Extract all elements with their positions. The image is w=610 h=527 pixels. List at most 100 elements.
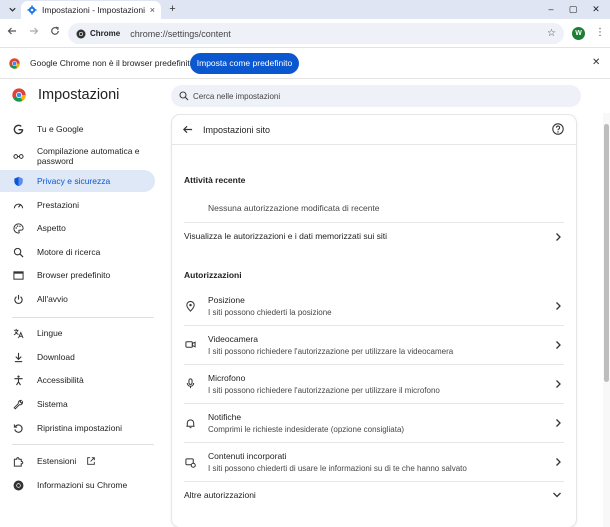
sidebar-item-you-and-google[interactable]: Tu e Google (0, 119, 155, 139)
permission-row-embedded-content[interactable]: Contenuti incorporati I siti possono chi… (172, 443, 576, 481)
address-bar[interactable]: Chrome chrome://settings/content ☆ (68, 23, 564, 44)
site-chip[interactable]: Chrome (76, 29, 120, 39)
power-icon (13, 294, 24, 305)
recent-activity-heading: Attività recente (184, 175, 246, 185)
settings-header: Impostazioni (0, 80, 610, 113)
back-arrow-icon[interactable] (182, 124, 193, 135)
back-button[interactable] (5, 26, 19, 40)
close-tab-icon[interactable]: × (150, 5, 155, 15)
sidebar-item-label: Informazioni su Chrome (37, 480, 128, 490)
tab-search-button[interactable] (6, 3, 19, 16)
permission-title: Posizione (208, 295, 245, 305)
sidebar-item-downloads[interactable]: Download (0, 347, 155, 367)
permission-subtitle: I siti possono richiedere l'autorizzazio… (208, 386, 440, 395)
permission-row-microphone[interactable]: Microfono I siti possono richiedere l'au… (172, 365, 576, 403)
url-text: chrome://settings/content (130, 28, 231, 39)
speedometer-icon (13, 200, 24, 211)
tab-title: Impostazioni - Impostazioni sito (42, 5, 146, 15)
sidebar-item-label: Motore di ricerca (37, 247, 101, 257)
more-menu-icon[interactable]: ⋮ (595, 26, 605, 40)
help-icon[interactable] (552, 123, 564, 135)
settings-search[interactable] (171, 85, 581, 107)
permission-subtitle: I siti possono chiederti di usare le inf… (208, 464, 467, 473)
browser-window-icon (13, 270, 24, 281)
close-infobar-icon[interactable]: ✕ (592, 57, 600, 68)
sidebar-item-performance[interactable]: Prestazioni (0, 195, 155, 215)
more-permissions-row[interactable]: Altre autorizzazioni (172, 482, 576, 510)
search-icon (179, 91, 189, 101)
sidebar-item-label: Accessibilità (37, 375, 84, 385)
permission-title: Microfono (208, 373, 246, 383)
chrome-icon (76, 29, 86, 38)
sidebar-item-search-engine[interactable]: Motore di ricerca (0, 242, 155, 262)
chevron-right-icon (556, 302, 561, 310)
reset-icon (13, 423, 24, 434)
sidebar-item-appearance[interactable]: Aspetto (0, 218, 155, 238)
sidebar-item-label: Lingue (37, 328, 63, 338)
bookmark-star-icon[interactable]: ☆ (547, 28, 556, 39)
sidebar-item-label: Aspetto (37, 223, 66, 233)
sidebar-item-label: Ripristina impostazioni (37, 423, 123, 433)
sidebar-item-languages[interactable]: Lingue (0, 323, 155, 343)
search-icon (13, 247, 24, 258)
wrench-icon (13, 399, 24, 410)
google-g-icon (13, 124, 24, 135)
sidebar-item-label: Browser predefinito (37, 270, 111, 280)
search-input[interactable] (193, 91, 573, 101)
sidebar-divider (12, 444, 154, 445)
sidebar-item-on-startup[interactable]: All'avvio (0, 289, 155, 309)
maximize-icon[interactable]: ▢ (565, 2, 581, 16)
chevron-right-icon (556, 458, 561, 466)
no-recent-activity-text: Nessuna autorizzazione modificata di rec… (208, 203, 380, 213)
sidebar-item-label: Compilazione automatica e password (37, 146, 140, 166)
microphone-icon (186, 378, 195, 389)
permission-row-camera[interactable]: Videocamera I siti possono richiedere l'… (172, 326, 576, 364)
puzzle-icon (13, 456, 24, 467)
view-permissions-label: Visualizza le autorizzazioni e i dati me… (184, 231, 387, 241)
sidebar-item-label: Tu e Google (37, 124, 84, 134)
chrome-icon (13, 480, 24, 491)
chevron-right-icon (556, 233, 561, 241)
sidebar-item-reset[interactable]: Ripristina impostazioni (0, 418, 155, 438)
permission-row-location[interactable]: Posizione I siti possono chiederti la po… (172, 287, 576, 325)
sidebar-item-accessibility[interactable]: Accessibilità (0, 370, 155, 390)
permission-title: Notifiche (208, 412, 242, 422)
sidebar-divider (12, 317, 154, 318)
permission-subtitle: I siti possono chiederti la posizione (208, 308, 332, 317)
sidebar-item-autofill[interactable]: Compilazione automatica e password (0, 143, 155, 169)
accessibility-icon (13, 375, 24, 386)
reload-icon (51, 26, 59, 35)
chevron-right-icon (556, 419, 561, 427)
permission-row-notifications[interactable]: Notifiche Comprimi le richieste indeside… (172, 404, 576, 442)
embedded-content-icon (185, 458, 196, 468)
sidebar-item-extensions[interactable]: Estensioni (0, 451, 155, 471)
sidebar-item-privacy[interactable]: Privacy e sicurezza (0, 170, 155, 192)
view-permissions-row[interactable]: Visualizza le autorizzazioni e i dati me… (172, 223, 576, 253)
permissions-heading: Autorizzazioni (184, 270, 242, 280)
infobar-message: Google Chrome non è il browser predefini… (30, 58, 195, 68)
sidebar-item-label: Download (37, 352, 75, 362)
tab-settings[interactable]: Impostazioni - Impostazioni sito × (21, 1, 161, 19)
sidebar-item-label: Sistema (37, 399, 68, 409)
scrollbar-thumb[interactable] (604, 124, 609, 382)
shield-icon (13, 176, 24, 187)
set-default-button[interactable]: Imposta come predefinito (190, 53, 299, 74)
new-tab-button[interactable]: + (166, 3, 179, 16)
permission-title: Videocamera (208, 334, 258, 344)
reload-button[interactable] (48, 26, 62, 40)
sidebar-item-system[interactable]: Sistema (0, 394, 155, 414)
chevron-down-icon (9, 7, 16, 12)
chevron-right-icon (556, 380, 561, 388)
close-window-icon[interactable]: ✕ (588, 2, 604, 16)
forward-button[interactable] (27, 26, 41, 40)
minimize-icon[interactable]: – (543, 2, 559, 16)
sidebar-item-about-chrome[interactable]: Informazioni su Chrome (0, 475, 155, 495)
sidebar-item-label: All'avvio (37, 294, 68, 304)
translate-icon (13, 328, 24, 339)
bell-icon (186, 419, 195, 429)
sidebar-item-default-browser[interactable]: Browser predefinito (0, 265, 155, 285)
avatar[interactable]: W (572, 27, 585, 40)
card-header: Impostazioni sito (172, 115, 576, 145)
sidebar-item-label: Prestazioni (37, 200, 80, 210)
card-title: Impostazioni sito (203, 125, 271, 135)
